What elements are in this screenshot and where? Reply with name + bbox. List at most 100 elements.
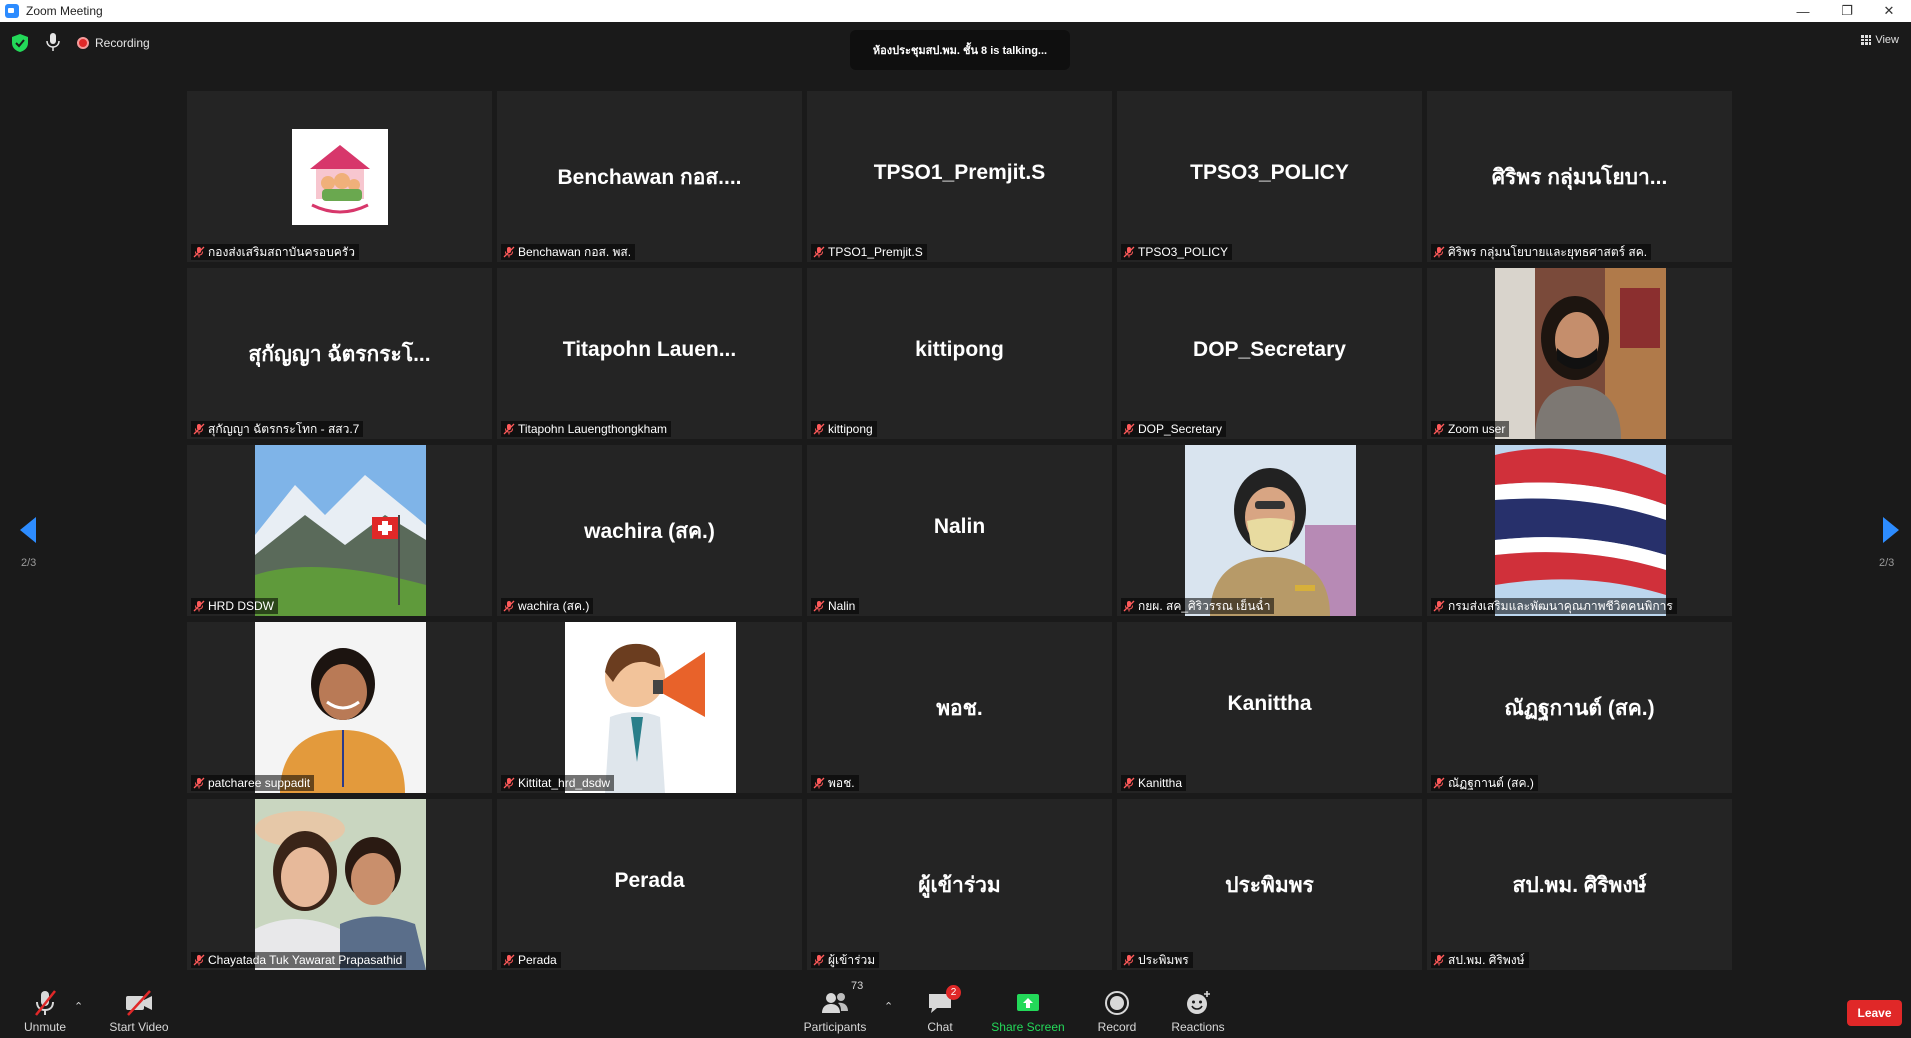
participant-tile[interactable]: Zoom user (1427, 268, 1732, 439)
participant-tile[interactable]: Perada Perada (497, 799, 802, 970)
participant-name: wachira (สค.) (518, 598, 590, 613)
muted-mic-icon (813, 777, 825, 789)
participant-tile[interactable]: HRD DSDW (187, 445, 492, 616)
participant-name-label: Kanittha (1121, 775, 1187, 791)
participant-tile[interactable]: สุกัญญา ฉัตรกระโ... สุกัญญา ฉัตรกระโทก - … (187, 268, 492, 439)
muted-mic-icon (1123, 777, 1135, 789)
record-label: Record (1097, 1020, 1137, 1034)
participant-name-label: Benchawan กอส. พส. (501, 244, 636, 260)
participant-tile[interactable]: TPSO1_Premjit.S TPSO1_Premjit.S (807, 91, 1112, 262)
participant-tile[interactable]: กองส่งเสริมสถาบันครอบครัว (187, 91, 492, 262)
meeting-toolbar: Unmute ⌃ Start Video 73 Participants ⌃ 2… (0, 976, 1911, 1038)
participant-name: DOP_Secretary (1138, 422, 1223, 436)
participant-tile[interactable]: พอช. พอช. (807, 622, 1112, 793)
participant-name: ณัฏฐกานต์ (สค.) (1448, 775, 1534, 790)
gallery-video-grid: กองส่งเสริมสถาบันครอบครัว Benchawan กอส..… (187, 91, 1734, 971)
participant-tile[interactable]: Kittitat_hrd_dsdw (497, 622, 802, 793)
participant-name: TPSO1_Premjit.S (828, 245, 923, 259)
participant-name-label: สุกัญญา ฉัตรกระโทก - สสว.7 (191, 421, 364, 437)
view-button[interactable]: View (1861, 34, 1899, 46)
audio-options-chevron-icon[interactable]: ⌃ (74, 1000, 83, 1013)
participant-display-name: TPSO3_POLICY (1190, 161, 1349, 184)
participant-display-name: สุกัญญา ฉัตรกระโ... (248, 343, 431, 366)
muted-mic-icon (1433, 246, 1445, 258)
participant-display-name: ณัฏฐกานต์ (สค.) (1504, 697, 1655, 720)
participant-name-label: Perada (501, 952, 561, 968)
chat-label: Chat (927, 1020, 953, 1034)
participant-tile[interactable]: ณัฏฐกานต์ (สค.) ณัฏฐกานต์ (สค.) (1427, 622, 1732, 793)
participant-name-label: Titapohn Lauengthongkham (501, 421, 672, 437)
muted-mic-icon (813, 954, 825, 966)
share-screen-button[interactable]: Share Screen (990, 976, 1066, 1038)
minimize-button[interactable]: — (1781, 0, 1825, 22)
record-button[interactable]: Record (1094, 976, 1140, 1038)
participants-button[interactable]: 73 Participants (800, 976, 870, 1038)
muted-mic-icon (193, 600, 205, 612)
recording-label[interactable]: Recording (95, 36, 150, 50)
participant-tile[interactable]: kittipong kittipong (807, 268, 1112, 439)
chat-button[interactable]: 2 Chat (920, 976, 961, 1038)
participant-tile[interactable]: TPSO3_POLICY TPSO3_POLICY (1117, 91, 1422, 262)
participant-name: kittipong (828, 422, 873, 436)
muted-microphone-icon (35, 990, 56, 1016)
unmute-button[interactable]: Unmute (18, 976, 72, 1038)
participant-tile[interactable]: กยผ. สค_ศิริวรรณ เย็นฉ่ำ (1117, 445, 1422, 616)
participant-name: สป.พม. ศิริพงษ์ (1448, 952, 1525, 967)
muted-mic-icon (503, 246, 515, 258)
participant-display-name: พอช. (936, 697, 983, 720)
participant-name-label: TPSO3_POLICY (1121, 244, 1233, 260)
participant-tile[interactable]: ประพิมพร ประพิมพร (1117, 799, 1422, 970)
participant-name: ผู้เข้าร่วม (828, 952, 876, 967)
participant-tile[interactable]: DOP_Secretary DOP_Secretary (1117, 268, 1422, 439)
participant-name: Chayatada Tuk Yawarat Prapasathid (208, 953, 403, 967)
participant-name-label: Zoom user (1431, 421, 1510, 437)
muted-mic-icon (1433, 954, 1445, 966)
participant-name-label: HRD DSDW (191, 598, 278, 614)
chat-icon-wrap: 2 (925, 985, 961, 1018)
muted-mic-icon (1123, 954, 1135, 966)
reactions-label: Reactions (1171, 1020, 1225, 1034)
participant-name-label: Kittitat_hrd_dsdw (501, 775, 615, 791)
participant-tile[interactable]: ศิริพร กลุ่มนโยบา... ศิริพร กลุ่มนโยบายแล… (1427, 91, 1732, 262)
participant-tile[interactable]: Titapohn Lauen... Titapohn Lauengthongkha… (497, 268, 802, 439)
muted-mic-icon (193, 777, 205, 789)
shield-icon[interactable] (12, 34, 28, 52)
participant-name-label: ศิริพร กลุ่มนโยบายและยุทธศาสตร์ สค. (1431, 244, 1652, 260)
muted-mic-icon (1123, 600, 1135, 612)
participant-tile[interactable]: Kanittha Kanittha (1117, 622, 1422, 793)
participants-label: Participants (803, 1020, 867, 1034)
participant-display-name: Titapohn Lauen... (562, 338, 737, 361)
participant-name: HRD DSDW (208, 599, 274, 613)
participant-tile[interactable]: Benchawan กอส.... Benchawan กอส. พส. (497, 91, 802, 262)
view-label: View (1875, 34, 1899, 46)
participant-display-name: ผู้เข้าร่วม (918, 874, 1001, 897)
reactions-button[interactable]: Reactions (1170, 976, 1226, 1038)
start-video-button[interactable]: Start Video (106, 976, 172, 1038)
restore-button[interactable]: ❐ (1825, 0, 1869, 22)
participant-name-label: ผู้เข้าร่วม (811, 952, 880, 968)
participant-name-label: กรมส่งเสริมและพัฒนาคุณภาพชีวิตคนพิการ (1431, 598, 1677, 614)
share-screen-icon (1017, 994, 1039, 1011)
window-titlebar: Zoom Meeting — ❐ ✕ (0, 0, 1911, 22)
participant-photo-official-masked (1184, 445, 1356, 616)
participant-tile[interactable]: ผู้เข้าร่วม ผู้เข้าร่วม (807, 799, 1112, 970)
leave-meeting-button[interactable]: Leave (1847, 1000, 1902, 1026)
participant-tile[interactable]: Nalin Nalin (807, 445, 1112, 616)
participant-display-name: TPSO1_Premjit.S (873, 161, 1046, 184)
family-institute-logo (291, 129, 388, 225)
participant-name: กยผ. สค_ศิริวรรณ เย็นฉ่ำ (1138, 598, 1271, 613)
participant-tile[interactable]: patcharee suppadit (187, 622, 492, 793)
participant-tile[interactable]: wachira (สค.) wachira (สค.) (497, 445, 802, 616)
participant-tile[interactable]: กรมส่งเสริมและพัฒนาคุณภาพชีวิตคนพิการ (1427, 445, 1732, 616)
participant-tile[interactable]: Chayatada Tuk Yawarat Prapasathid (187, 799, 492, 970)
microphone-icon[interactable] (44, 32, 62, 52)
participant-name-label: patcharee suppadit (191, 775, 315, 791)
recording-indicator-icon[interactable] (77, 37, 89, 49)
participant-display-name: Kanittha (1227, 692, 1312, 715)
participants-options-chevron-icon[interactable]: ⌃ (884, 1000, 893, 1013)
previous-page-arrow-icon[interactable] (18, 515, 38, 545)
close-window-button[interactable]: ✕ (1867, 0, 1911, 22)
next-page-arrow-icon[interactable] (1881, 515, 1901, 545)
participant-tile[interactable]: สป.พม. ศิริพงษ์ สป.พม. ศิริพงษ์ (1427, 799, 1732, 970)
reactions-smiley-icon (1187, 991, 1210, 1014)
